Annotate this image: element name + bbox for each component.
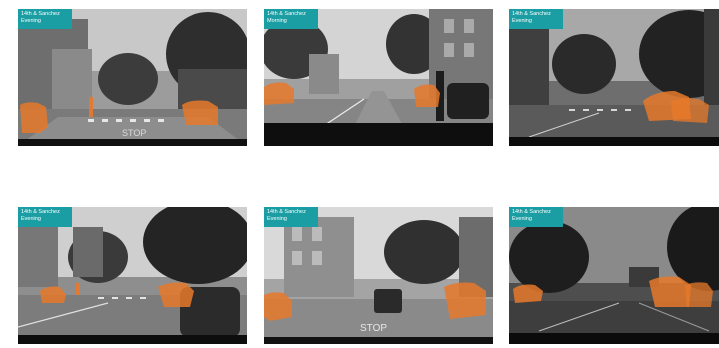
vehicle-highlight — [444, 282, 486, 319]
time-of-day-text: Evening — [21, 216, 41, 222]
time-of-day-text: Morning — [267, 18, 287, 24]
street-scene-3 — [509, 9, 719, 146]
street-scene-1: STOP — [18, 9, 247, 146]
dashcam-frame-6: 14th & Sanchez Evening — [509, 207, 719, 344]
dashcam-frame-3: 14th & Sanchez Evening — [509, 9, 719, 146]
vehicle-highlight — [20, 102, 48, 133]
location-text: 14th & Sanchez — [21, 11, 60, 17]
dashcam-frame-5: STOP 14th & Sanchez Evening — [264, 207, 493, 344]
location-time-label: 14th & Sanchez Evening — [18, 207, 72, 227]
dashcam-frame-1: STOP 14th & Sanchez Evening — [18, 9, 247, 146]
location-text: 14th & Sanchez — [21, 209, 60, 215]
time-of-day-text: Evening — [512, 18, 532, 24]
dashcam-frame-4: 14th & Sanchez Evening — [18, 207, 247, 344]
vehicle-highlight — [649, 276, 691, 307]
location-time-label: 14th & Sanchez Morning — [264, 9, 318, 29]
time-of-day-text: Evening — [512, 216, 532, 222]
location-text: 14th & Sanchez — [267, 209, 306, 215]
street-scene-4 — [18, 207, 247, 344]
location-text: 14th & Sanchez — [512, 11, 551, 17]
vehicle-highlight — [671, 98, 709, 123]
time-of-day-text: Evening — [21, 18, 41, 24]
location-text: 14th & Sanchez — [512, 209, 551, 215]
road-stop-marking: STOP — [360, 323, 387, 334]
vehicle-highlight — [264, 82, 294, 105]
vehicle-highlight — [414, 84, 440, 107]
location-text: 14th & Sanchez — [267, 11, 306, 17]
vehicle-highlight — [182, 100, 218, 125]
location-time-label: 14th & Sanchez Evening — [18, 9, 72, 29]
street-scene-6 — [509, 207, 719, 344]
pedestrian-highlight — [76, 283, 80, 295]
street-scene-2 — [264, 9, 493, 146]
street-scene-5: STOP — [264, 207, 493, 344]
vehicle-highlight — [685, 282, 713, 307]
dashcam-frame-2: 14th & Sanchez Morning — [264, 9, 493, 146]
pedestrian-highlight — [89, 97, 93, 117]
location-time-label: 14th & Sanchez Evening — [509, 207, 563, 227]
vehicle-highlight — [158, 282, 194, 307]
location-time-label: 14th & Sanchez Evening — [264, 207, 318, 227]
location-time-label: 14th & Sanchez Evening — [509, 9, 563, 29]
road-stop-marking: STOP — [122, 128, 146, 138]
time-of-day-text: Evening — [267, 216, 287, 222]
